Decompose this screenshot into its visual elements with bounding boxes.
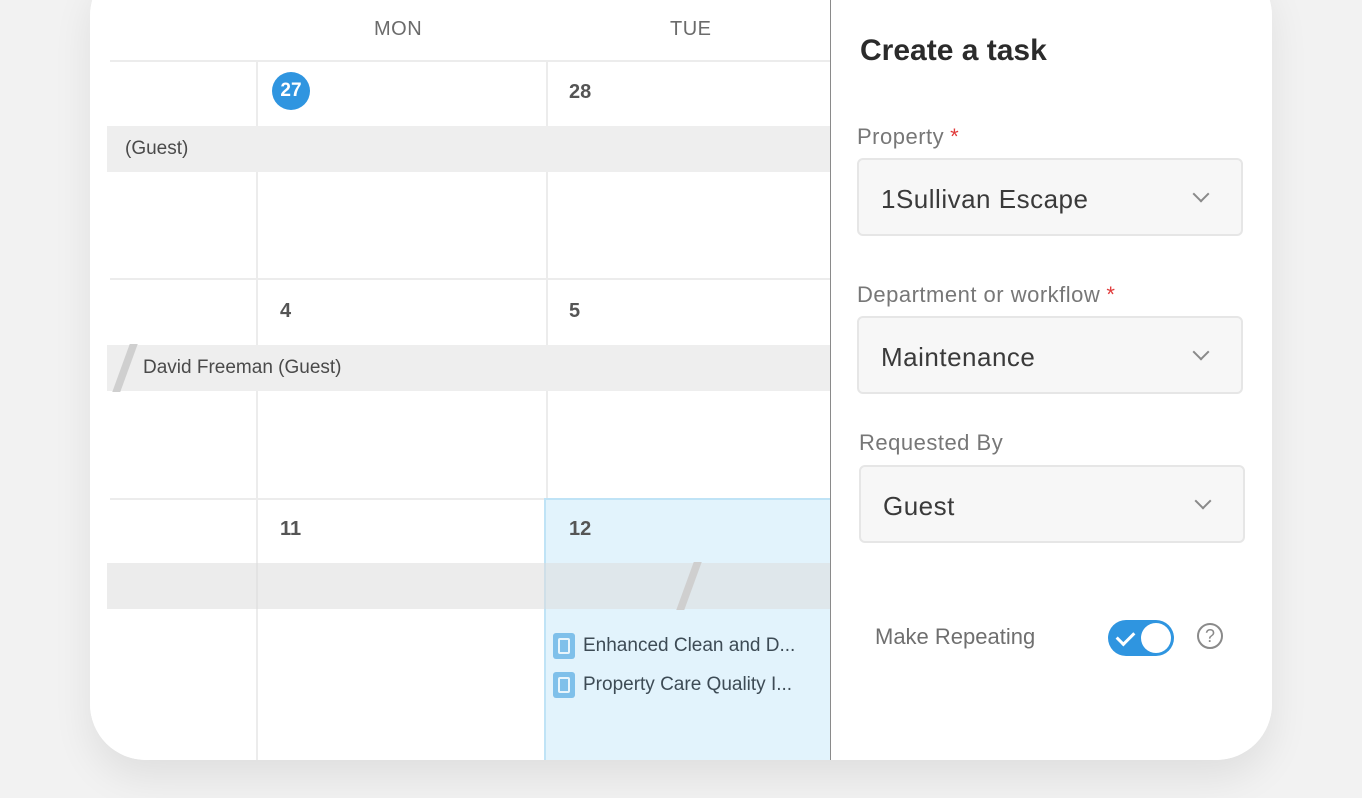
help-icon[interactable]: ?	[1197, 623, 1223, 649]
reservation-label: (Guest)	[125, 138, 189, 159]
create-task-panel: Create a task Property * 1Sullivan Escape…	[831, 0, 1272, 760]
task-item[interactable]: Enhanced Clean and D...	[553, 633, 795, 659]
reservation-start-marker	[112, 344, 138, 392]
toggle-knob	[1141, 623, 1171, 653]
make-repeating-label: Make Repeating	[875, 624, 1036, 649]
app-card: MON TUE 27 28 (Guest) 4 5 David Freeman …	[90, 0, 1272, 760]
task-hourglass-icon	[553, 633, 575, 659]
department-label-text: Department or workflow	[857, 282, 1101, 307]
task-label: Property Care Quality I...	[583, 674, 793, 695]
day-header-mon: MON	[374, 18, 423, 40]
required-marker: *	[1106, 282, 1116, 307]
department-select[interactable]: Maintenance	[857, 316, 1243, 394]
reservation-bar[interactable]: (Guest)	[107, 126, 830, 172]
requested-by-select[interactable]: Guest	[859, 465, 1245, 543]
reservation-bar[interactable]	[107, 562, 830, 610]
requested-by-select-value: Guest	[883, 491, 955, 521]
department-select-value: Maintenance	[881, 342, 1036, 372]
check-icon	[1115, 626, 1136, 647]
calendar-view: MON TUE 27 28 (Guest) 4 5 David Freeman …	[90, 0, 838, 760]
chevron-down-icon	[1192, 185, 1210, 203]
reservation-label: David Freeman (Guest)	[143, 357, 342, 378]
chevron-down-icon	[1194, 492, 1212, 510]
make-repeating-toggle[interactable]	[1108, 620, 1174, 656]
date-12[interactable]: 12	[569, 518, 591, 541]
task-clipboard-icon	[553, 672, 575, 698]
date-28[interactable]: 28	[569, 81, 591, 104]
task-label: Enhanced Clean and D...	[583, 635, 796, 656]
property-select-value: 1Sullivan Escape	[881, 184, 1089, 214]
column-divider	[256, 498, 258, 760]
day-header-tue: TUE	[670, 18, 712, 40]
property-select[interactable]: 1Sullivan Escape	[857, 158, 1243, 236]
reservation-bar[interactable]: David Freeman (Guest)	[107, 344, 830, 392]
requested-by-label: Requested By	[859, 430, 1004, 455]
task-item[interactable]: Property Care Quality I...	[553, 672, 792, 698]
property-label: Property *	[857, 124, 959, 150]
department-label: Department or workflow *	[857, 282, 1115, 308]
date-today[interactable]: 27	[272, 72, 310, 110]
panel-title: Create a task	[860, 34, 1047, 67]
chevron-down-icon	[1192, 343, 1210, 361]
reservation-end-marker	[676, 562, 702, 610]
required-marker: *	[950, 124, 960, 149]
date-5[interactable]: 5	[569, 300, 580, 323]
date-4[interactable]: 4	[280, 300, 291, 323]
property-label-text: Property	[857, 124, 945, 149]
date-11[interactable]: 11	[280, 518, 301, 541]
